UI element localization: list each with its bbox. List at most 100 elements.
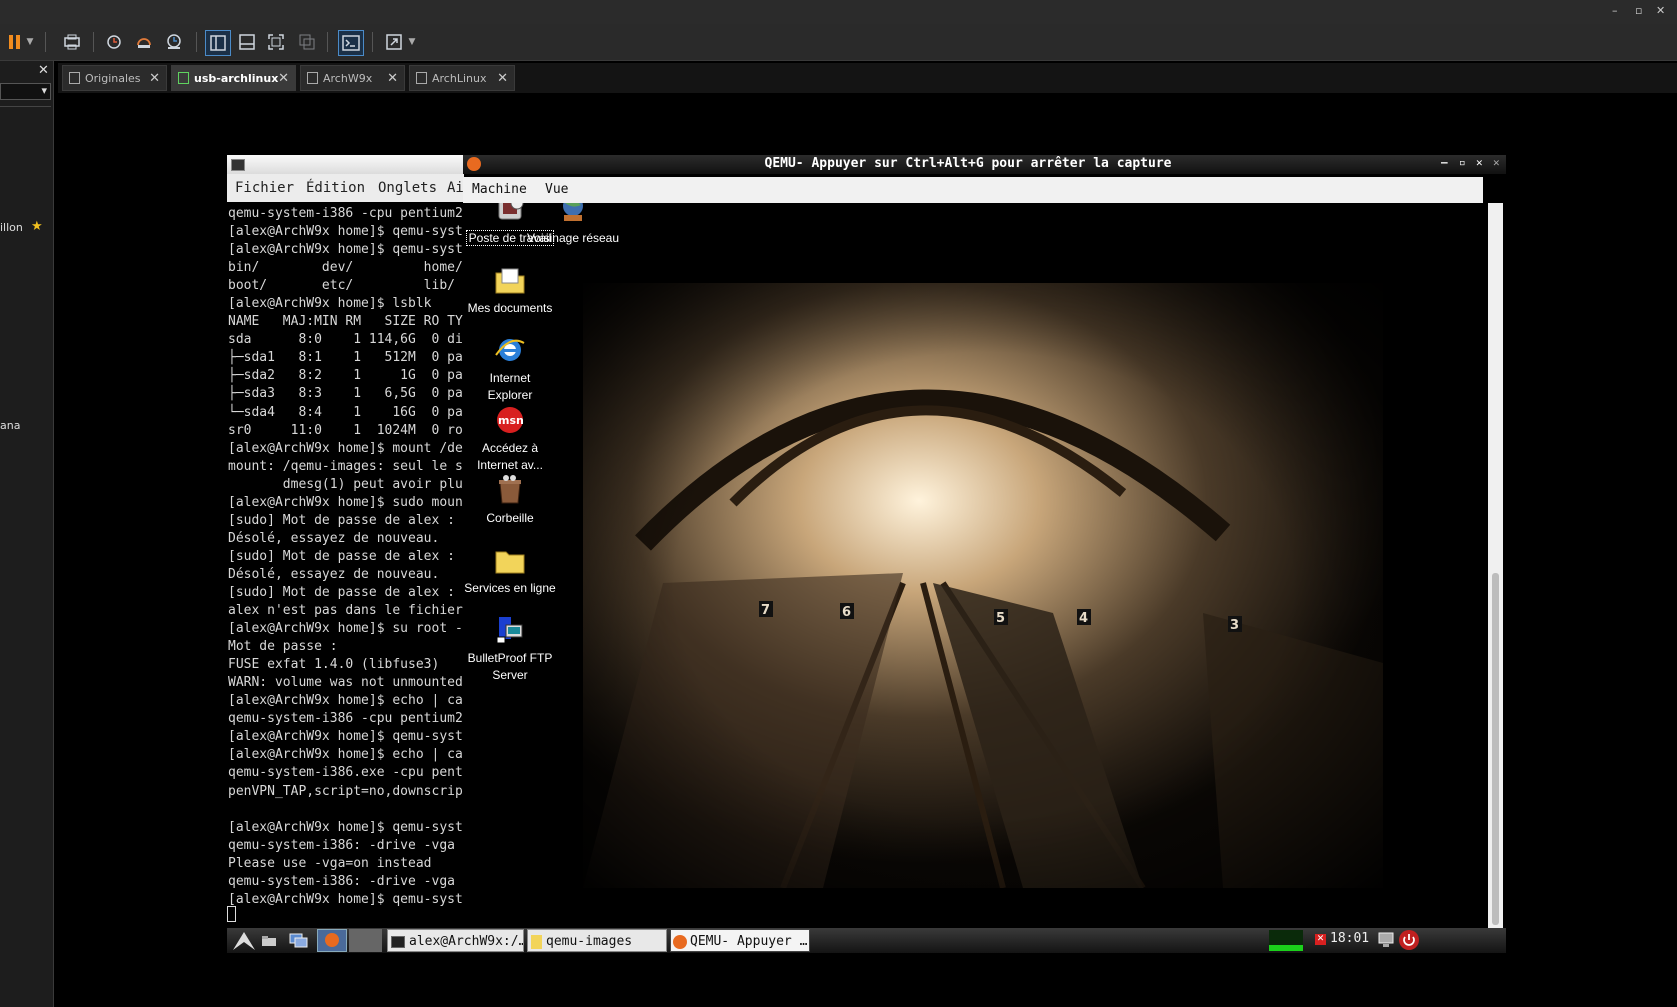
terminal-line: qemu-system-i386.exe -cpu pent [228,765,463,781]
divider [0,106,51,107]
desktop-icon-internet-explorer[interactable]: Internet Explorer [463,333,558,404]
win9x-desktop[interactable]: 7 6 5 4 3 Poste de travail Voisinage rés… [463,203,1488,928]
revert-icon[interactable] [132,30,156,54]
snapshot-manager-icon[interactable] [162,30,186,54]
library-item[interactable]: ana [0,419,20,432]
desktop-icon-network[interactable]: Voisinage réseau [525,203,621,247]
taskbar-button-terminal[interactable]: alex@ArchW9x:/… [387,929,524,952]
tab-close-icon[interactable]: ✕ [387,71,398,86]
terminal-line: ├─sda3 8:3 1 6,5G 0 pa [228,386,463,402]
taskbar-button-qemu-images[interactable]: qemu-images [527,929,667,952]
console-icon[interactable] [338,30,364,56]
file-manager-icon[interactable] [261,932,277,948]
terminal-line: penVPN_TAP,script=no,downscrip [228,783,463,799]
library-item[interactable]: illon [0,221,23,234]
toolbar-separator [45,32,46,52]
desktop-icon-my-documents[interactable]: Mes documents [463,263,558,317]
terminal-line: qemu-system-i386: -drive -vga [228,873,455,889]
desktop-icon-label: Internet Explorer [487,371,533,402]
pause-icon[interactable] [2,30,26,54]
snapshot-icon[interactable] [102,30,126,54]
close-icon[interactable]: ✕ [1656,4,1665,17]
power-icon[interactable] [1399,930,1419,950]
terminal-output[interactable]: qemu-system-i386 -cpu pentium2 [alex@Arch… [227,202,464,922]
library-search-input[interactable]: ▾ [0,83,51,100]
dropdown-icon[interactable]: ▼ [24,30,36,54]
minimize-icon[interactable]: – [1441,156,1448,169]
platform-number: 7 [761,603,770,618]
menu-edition[interactable]: Édition [306,180,365,196]
maximize-icon[interactable]: ▫ [1635,4,1642,17]
fullscreen-icon[interactable] [264,30,288,54]
terminal-line: [alex@ArchW9x home]$ lsblk [228,296,432,312]
desktop-icon-bulletproof-ftp[interactable]: BulletProof FTP Server [463,613,558,684]
terminal-line: mount: /qemu-images: seul le s [228,458,463,474]
tab-usb-archlinux[interactable]: usb-archlinux ✕ [171,65,296,91]
desktop-icon-online-services[interactable]: Services en ligne [463,543,558,597]
desktop-icon-label: Services en ligne [464,581,556,595]
terminal-titlebar[interactable] [227,155,464,174]
qemu-menubar: Machine Vue [463,177,1483,204]
sidebar-icon[interactable] [205,30,231,56]
library-panel: ✕ ▾ illon ★ ana [0,61,54,1007]
terminal-line: qemu-system-i386: -drive -vga [228,837,455,853]
toolbar-separator [196,32,197,52]
terminal-line: boot/ etc/ lib/ [228,278,455,294]
terminal-line: NAME MAJ:MIN RM SIZE RO TY [228,314,463,330]
vm-icon [307,72,318,84]
terminal-line: [sudo] Mot de passe de alex : [228,512,455,528]
terminal-line: [alex@ArchW9x home]$ qemu-syst [228,819,463,835]
menu-fichier[interactable]: Fichier [235,180,294,196]
terminal-line: bin/ dev/ home/ [228,260,463,276]
host-titlebar: – ▫ ✕ [0,0,1677,24]
workspace-1[interactable] [317,929,347,952]
unity-icon[interactable] [295,30,319,54]
my-documents-icon [493,263,527,297]
arch-menu-icon[interactable] [231,930,257,951]
send-keys-icon[interactable] [60,30,84,54]
thumbnail-icon[interactable] [235,30,259,54]
taskbar-button-qemu[interactable]: QEMU- Appuyer … [670,929,810,952]
taskbar-button-label: qemu-images [546,934,633,949]
railway-station-photo: 7 6 5 4 3 [583,283,1383,888]
chevron-down-icon[interactable]: ▾ [41,84,47,97]
menu-onglets[interactable]: Onglets [378,180,437,196]
terminal-line: sr0 11:0 1 1024M 0 ro [228,422,463,438]
outer-close-icon[interactable]: ✕ [1493,156,1500,169]
menu-machine[interactable]: Machine [472,182,527,197]
terminal-line: [alex@ArchW9x home]$ qemu-syst [228,891,463,907]
tab-close-icon[interactable]: ✕ [497,71,508,86]
menu-vue[interactable]: Vue [545,182,568,197]
platform-number: 6 [842,605,851,620]
close-icon[interactable]: ✕ [1476,156,1483,169]
menu-aide[interactable]: Ai [447,180,464,196]
network-disconnected-icon[interactable]: ✕ [1315,934,1326,945]
desktop-icon-msn[interactable]: msn Accédez à Internet av... [463,403,558,474]
tab-originales[interactable]: Originales ✕ [62,65,167,91]
terminal-line: [alex@ArchW9x home]$ su root - [228,621,463,637]
desktop-icon-label: BulletProof FTP Server [467,651,553,682]
workspace-2[interactable] [349,929,382,952]
platform-number: 3 [1230,618,1239,633]
qemu-scrollbar-thumb[interactable] [1492,573,1499,925]
maximize-icon[interactable]: ▫ [1459,156,1466,169]
qemu-titlebar[interactable]: QEMU- Appuyer sur Ctrl+Alt+G pour arrête… [463,155,1506,174]
display-icon[interactable] [1377,931,1395,949]
minimize-icon[interactable]: – [1612,4,1618,17]
library-close-icon[interactable]: ✕ [38,63,49,78]
tab-close-icon[interactable]: ✕ [278,71,289,86]
desktop-icon-recycle-bin[interactable]: Corbeille [463,473,558,527]
terminal-line: Désolé, essayez de nouveau. [228,566,440,582]
vm-icon [69,72,80,84]
toolbar-separator [372,32,373,52]
tab-close-icon[interactable]: ✕ [149,71,160,86]
dropdown-icon[interactable]: ▼ [406,30,418,54]
desktop-icon-label: Voisinage réseau [526,231,620,245]
stretch-icon[interactable] [382,30,406,54]
clock[interactable]: 18:01 [1330,931,1369,946]
show-desktop-icon[interactable] [289,932,309,948]
desktop-icon-label: Corbeille [486,511,534,525]
tab-archw9x[interactable]: ArchW9x ✕ [300,65,405,91]
qemu-icon [325,933,339,947]
tab-archlinux[interactable]: ArchLinux ✕ [409,65,515,91]
